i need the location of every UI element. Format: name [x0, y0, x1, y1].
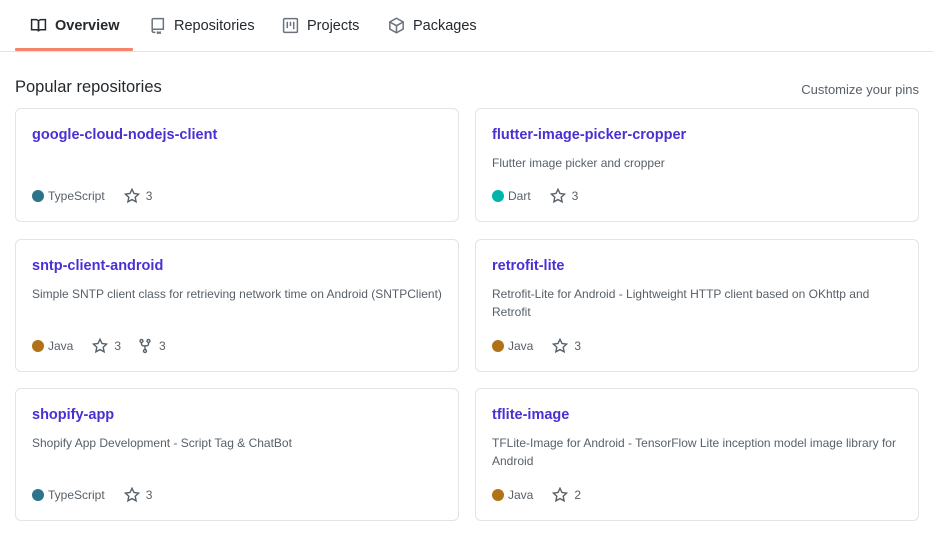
repo-name-link[interactable]: google-cloud-nodejs-client	[32, 127, 217, 143]
repo-meta: Dart 3	[492, 188, 578, 204]
star-count: 3	[145, 488, 153, 502]
stargazers-link[interactable]: 2	[552, 487, 581, 503]
tab-label: Projects	[307, 17, 360, 34]
stargazers-link[interactable]: 3	[123, 188, 153, 204]
language-label: Java	[48, 339, 74, 353]
tab-label: Repositories	[174, 17, 255, 34]
language-label: Java	[508, 488, 534, 502]
repo-description: Retrofit-Lite for Android - Lightweight …	[492, 287, 870, 319]
star-icon	[92, 338, 109, 354]
repo-language: Java	[492, 339, 533, 353]
repo-card: sntp-client-android Simple SNTP client c…	[15, 239, 459, 372]
repo-language: TypeScript	[32, 488, 105, 502]
repo-description: Shopify App Development - Script Tag & C…	[32, 436, 292, 450]
repo-language: Dart	[492, 189, 531, 203]
profile-tab-nav: Overview Repositories Projects Packages	[0, 0, 933, 52]
star-count: 2	[574, 488, 582, 502]
stargazers-link[interactable]: 3	[549, 188, 579, 204]
language-color-dot	[32, 489, 44, 501]
active-tab-indicator	[15, 48, 133, 51]
language-color-dot	[492, 489, 504, 501]
star-icon	[552, 338, 569, 354]
repo-language: Java	[32, 339, 73, 353]
repo-meta: Java 2	[492, 487, 581, 503]
book-icon	[30, 18, 47, 32]
tab-overview[interactable]: Overview	[30, 0, 120, 51]
repo-card: shopify-app Shopify App Development - Sc…	[15, 388, 459, 521]
star-count: 3	[571, 189, 579, 203]
repo-name-link[interactable]: retrofit-lite	[492, 258, 565, 274]
language-label: Java	[508, 339, 534, 353]
star-count: 3	[114, 339, 122, 353]
forks-link[interactable]: 3	[137, 338, 166, 354]
language-label: TypeScript	[48, 488, 105, 502]
repo-description: TFLite-Image for Android - TensorFlow Li…	[492, 436, 896, 468]
language-color-dot	[32, 190, 44, 202]
section-title: Popular repositories	[15, 78, 162, 96]
star-icon	[552, 487, 569, 503]
star-count: 3	[574, 339, 582, 353]
repo-description: Simple SNTP client class for retrieving …	[32, 287, 442, 301]
fork-count: 3	[159, 339, 166, 353]
repo-language: Java	[492, 488, 533, 502]
language-color-dot	[492, 190, 504, 202]
repo-meta: TypeScript 3	[32, 188, 152, 204]
stargazers-link[interactable]: 3	[92, 338, 121, 354]
star-count: 3	[145, 189, 153, 203]
tab-label: Packages	[413, 17, 477, 34]
tab-projects[interactable]: Projects	[282, 0, 359, 51]
repo-name-link[interactable]: flutter-image-picker-cropper	[492, 127, 686, 143]
tab-repositories[interactable]: Repositories	[149, 0, 255, 51]
repo-name-link[interactable]: sntp-client-android	[32, 258, 163, 274]
language-color-dot	[32, 340, 44, 352]
language-color-dot	[492, 340, 504, 352]
repo-card: google-cloud-nodejs-client TypeScript 3	[15, 108, 459, 222]
tab-packages[interactable]: Packages	[388, 0, 477, 51]
stargazers-link[interactable]: 3	[123, 487, 153, 503]
language-label: TypeScript	[48, 189, 105, 203]
repo-meta: Java 3 3	[32, 338, 166, 354]
star-icon	[549, 188, 566, 204]
stargazers-link[interactable]: 3	[552, 338, 581, 354]
customize-pins-link[interactable]: Customize your pins	[801, 82, 919, 97]
repo-description: Flutter image picker and cropper	[492, 156, 665, 170]
repo-meta: Java 3	[492, 338, 581, 354]
repo-icon	[151, 17, 165, 34]
repo-card: tflite-image TFLite-Image for Android - …	[475, 388, 919, 521]
star-icon	[123, 188, 140, 204]
language-label: Dart	[508, 189, 531, 203]
repo-meta: TypeScript 3	[32, 487, 152, 503]
repo-name-link[interactable]: tflite-image	[492, 407, 569, 423]
repo-card: retrofit-lite Retrofit-Lite for Android …	[475, 239, 919, 372]
package-icon	[389, 17, 404, 34]
star-icon	[123, 487, 140, 503]
project-icon	[282, 17, 299, 34]
repo-language: TypeScript	[32, 189, 105, 203]
fork-icon	[139, 338, 151, 354]
repo-card: flutter-image-picker-cropper Flutter ima…	[475, 108, 919, 222]
repo-name-link[interactable]: shopify-app	[32, 407, 114, 423]
tab-label: Overview	[55, 17, 120, 34]
